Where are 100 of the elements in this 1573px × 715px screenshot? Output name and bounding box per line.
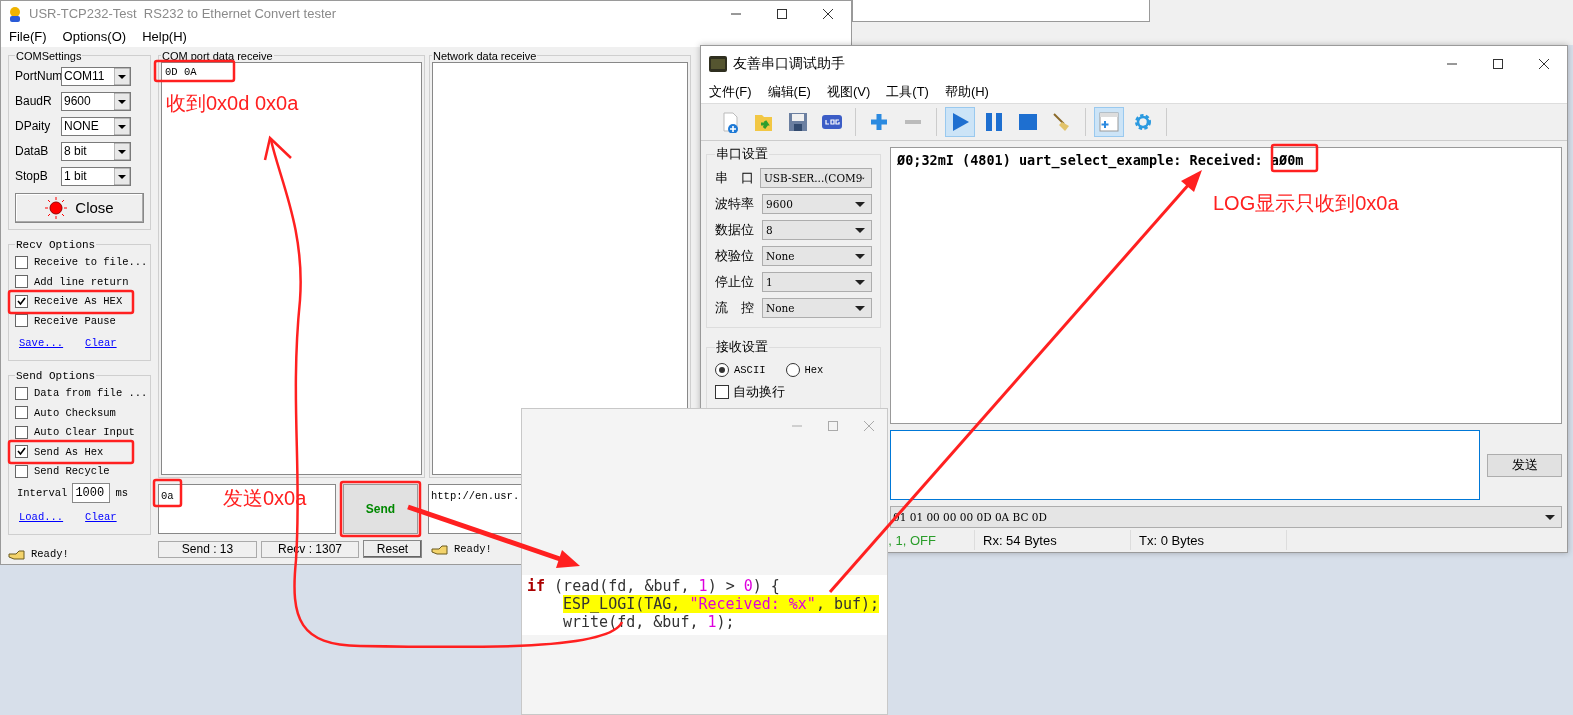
indicator-light-icon — [45, 196, 68, 219]
checkmark-icon — [17, 296, 26, 306]
checkbox[interactable] — [15, 255, 28, 269]
close-icon[interactable] — [1539, 58, 1549, 69]
dropdown[interactable]: 1 — [762, 272, 872, 292]
annotation-text: LOG显示只收到0x0a — [1213, 191, 1399, 216]
menu-item[interactable]: Options(O) — [54, 28, 135, 44]
dropdown[interactable]: USB-SER...(COM9 — [760, 168, 872, 188]
window-icon[interactable] — [1098, 111, 1120, 133]
menu-item[interactable]: 帮助(H) — [936, 83, 997, 101]
field-label: 串 口 — [715, 169, 755, 187]
menu-item[interactable]: 视图(V) — [818, 83, 879, 101]
maximize-icon[interactable] — [777, 8, 787, 19]
field-label: StopB — [15, 169, 49, 183]
unit-label: ms — [115, 487, 129, 499]
dropdown[interactable]: 8 bit — [61, 141, 131, 161]
caret-icon — [855, 201, 865, 207]
caret-icon — [114, 67, 130, 85]
text-area[interactable] — [852, 0, 1150, 22]
status-text: Ready! — [454, 543, 492, 555]
radio-label: ASCII — [734, 364, 766, 376]
radio-button[interactable] — [715, 363, 729, 377]
menu-item[interactable]: 工具(T) — [878, 83, 937, 101]
checkbox-label: Auto Clear Input — [34, 426, 135, 439]
pause-icon[interactable] — [983, 111, 1005, 133]
group-title: Recv Options — [16, 238, 96, 251]
checkbox[interactable] — [15, 464, 28, 478]
group-title: 接收设置 — [716, 339, 768, 354]
dropdown[interactable]: 9600 — [762, 194, 872, 214]
window-title: USR-TCP232-Test RS232 to Ethernet Convert tester — [29, 6, 338, 21]
link[interactable]: Save... — [19, 336, 64, 349]
checkbox-label: Receive to file... — [34, 256, 148, 269]
group-title: COM port data receive — [162, 49, 273, 62]
app-icon — [7, 5, 23, 22]
code-line: write(fd, &buf, 1); — [563, 613, 735, 631]
checkbox[interactable] — [15, 425, 28, 439]
send-button[interactable]: Send — [343, 483, 418, 534]
dropdown[interactable]: 8 — [762, 220, 872, 240]
reset-button[interactable]: Reset — [363, 540, 422, 558]
checkbox[interactable] — [15, 445, 28, 459]
dropdown[interactable]: 1 bit — [61, 166, 131, 186]
caret-icon — [855, 279, 865, 285]
radio-button[interactable] — [785, 363, 800, 377]
field-label: 流 控 — [715, 299, 755, 317]
stop-icon[interactable] — [1017, 111, 1039, 133]
plus-icon[interactable] — [868, 111, 890, 133]
caret-icon — [1545, 514, 1555, 520]
caret-icon — [114, 117, 130, 135]
field-label: Interval — [17, 487, 68, 499]
checkbox-label: 自动换行 — [733, 383, 785, 401]
field-label: PortNum — [15, 69, 61, 83]
field-label: 停止位 — [715, 273, 755, 291]
code-line: if (read(fd, &buf, 1) > 0) { — [527, 577, 780, 595]
settings-icon[interactable] — [1132, 111, 1154, 133]
checkbox[interactable] — [15, 275, 28, 289]
checkbox-label: Send As Hex — [34, 445, 104, 458]
caret-icon — [114, 167, 130, 185]
link[interactable]: Load... — [19, 511, 64, 523]
radio-label: Hex — [804, 364, 824, 376]
checkbox[interactable] — [15, 294, 28, 308]
link[interactable]: Clear — [85, 336, 117, 349]
dropdown[interactable]: None — [762, 298, 872, 318]
maximize-icon[interactable] — [1493, 58, 1503, 69]
annotation-box — [152, 478, 183, 508]
checkbox[interactable] — [715, 385, 729, 399]
close-button[interactable]: Close — [15, 192, 144, 223]
checkbox[interactable] — [15, 386, 28, 400]
checkbox[interactable] — [15, 406, 28, 420]
status-text: Ready! — [31, 548, 69, 560]
checkbox-label: Receive As HEX — [34, 295, 123, 308]
menu-item[interactable]: Help(H) — [134, 28, 195, 44]
dropdown[interactable]: None — [762, 246, 872, 266]
link[interactable]: Clear — [85, 511, 117, 523]
checkbox-label: Add line return — [34, 275, 129, 288]
annotation-box — [1270, 143, 1319, 173]
menu-item[interactable]: 文件(F) — [701, 83, 760, 101]
group-title: COMSettings — [16, 49, 82, 62]
group-title: 串口设置 — [716, 146, 768, 161]
dropdown[interactable]: COM11 — [61, 66, 131, 86]
annotation-text: 收到0x0d 0x0a — [166, 91, 299, 116]
checkbox[interactable] — [15, 314, 28, 328]
checkbox-label: Send Recycle — [34, 465, 110, 478]
field-label: 数据位 — [715, 221, 755, 239]
send-input-field[interactable] — [890, 430, 1480, 500]
checkbox-label: Data from file ... — [34, 387, 148, 400]
window-title: 友善串口调试助手 — [733, 54, 846, 73]
dropdown[interactable]: 9600 — [61, 91, 131, 111]
menu-item[interactable]: 编辑(E) — [759, 83, 819, 101]
send-button[interactable]: 发送 — [1487, 453, 1562, 477]
input-field[interactable]: 1000 — [72, 483, 111, 503]
field-label: 校验位 — [715, 247, 755, 265]
field-label: DataB — [15, 144, 50, 158]
caret-icon — [114, 92, 130, 110]
checkmark-icon — [17, 447, 26, 457]
close-icon[interactable] — [823, 8, 833, 19]
group-title: Network data receive — [433, 49, 537, 62]
dropdown[interactable]: NONE — [61, 116, 131, 136]
menu-item[interactable]: File(F) — [1, 28, 55, 44]
field-label: DPaity — [15, 119, 52, 133]
caret-icon — [855, 227, 865, 233]
